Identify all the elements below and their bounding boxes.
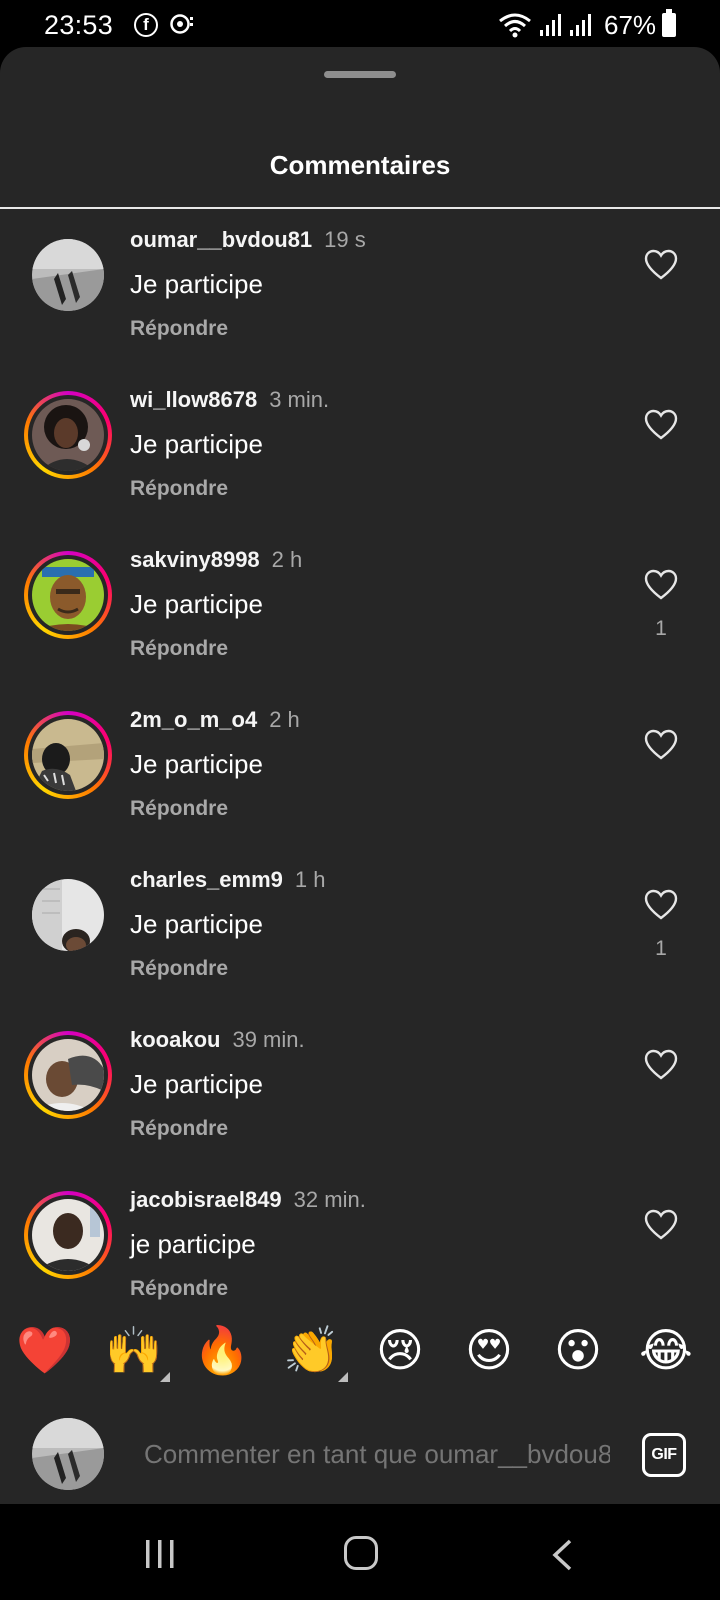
home-icon[interactable] bbox=[344, 1536, 378, 1570]
comment-time: 19 s bbox=[324, 227, 366, 252]
battery-icon bbox=[662, 9, 676, 37]
avatar-wall bbox=[32, 879, 104, 951]
variant-indicator-icon bbox=[338, 1372, 348, 1382]
comment-item: oumar__bvdou81 19 s Je participe Répondre bbox=[0, 209, 720, 369]
comment-item: jacobisrael849 32 min. je participe Répon… bbox=[0, 1169, 720, 1329]
avatar-gray-photo bbox=[32, 239, 104, 311]
crying-face-emoji[interactable]: 😢 bbox=[370, 1320, 430, 1380]
avatar-cartoon bbox=[32, 559, 104, 631]
comment-text: Je participe bbox=[130, 589, 263, 619]
like-count: 1 bbox=[655, 937, 667, 960]
sheet-title: Commentaires bbox=[269, 150, 451, 180]
avatar-landscape bbox=[32, 719, 104, 791]
avatar bbox=[32, 1418, 104, 1490]
comment-username[interactable]: kooakou bbox=[130, 1027, 220, 1052]
comment-item: charles_emm9 1 h Je participe Répondre 1 bbox=[0, 849, 720, 1009]
comments-list[interactable]: oumar__bvdou81 19 s Je participe Répondre bbox=[0, 209, 720, 1343]
comment-item: sakviny8998 2 h Je participe Répondre 1 bbox=[0, 529, 720, 689]
status-time: 23:53 bbox=[44, 10, 114, 40]
comment-time: 2 h bbox=[269, 707, 300, 732]
heart-icon[interactable] bbox=[644, 889, 678, 921]
comment-header: charles_emm9 1 h bbox=[130, 867, 325, 893]
comment-header: jacobisrael849 32 min. bbox=[130, 1187, 366, 1213]
avatar[interactable] bbox=[24, 231, 112, 319]
avatar[interactable] bbox=[24, 711, 112, 799]
comment-time: 2 h bbox=[271, 547, 303, 572]
status-bar: 23:53 f 67% bbox=[0, 0, 720, 50]
heart-icon[interactable] bbox=[644, 1209, 678, 1241]
comment-text: Je participe bbox=[130, 1069, 263, 1099]
comment-item: wi_llow8678 3 min. Je participe Répondre bbox=[0, 369, 720, 529]
reply-button[interactable]: Répondre bbox=[130, 477, 228, 501]
comments-sheet: Commentaires oumar__bvdou81 19 s Je parti… bbox=[0, 47, 720, 1504]
app-notification-icon bbox=[170, 14, 193, 34]
fire-emoji[interactable]: 🔥 bbox=[192, 1320, 252, 1380]
comment-text: Je participe bbox=[130, 909, 263, 939]
comment-username[interactable]: jacobisrael849 bbox=[130, 1187, 282, 1212]
avatar[interactable] bbox=[24, 1031, 112, 1119]
drag-handle[interactable] bbox=[324, 71, 396, 78]
emoji-reaction-bar: ❤️ 🙌 🔥 👏 😢 😍 😮 😂 bbox=[0, 1310, 720, 1400]
battery-percentage: 67% bbox=[604, 10, 657, 40]
signal-icon bbox=[570, 14, 591, 36]
comment-username[interactable]: oumar__bvdou81 bbox=[130, 227, 312, 252]
wifi-icon bbox=[499, 13, 531, 38]
like-count: 1 bbox=[655, 617, 667, 640]
comment-header: oumar__bvdou81 19 s bbox=[130, 227, 366, 253]
heart-eyes-emoji[interactable]: 😍 bbox=[459, 1320, 519, 1380]
comment-header: sakviny8998 2 h bbox=[130, 547, 302, 573]
gif-button[interactable]: GIF bbox=[642, 1433, 686, 1477]
heart-icon[interactable] bbox=[644, 729, 678, 761]
variant-indicator-icon bbox=[160, 1372, 170, 1382]
heart-icon[interactable] bbox=[644, 409, 678, 441]
comment-header: wi_llow8678 3 min. bbox=[130, 387, 329, 413]
comment-composer: GIF bbox=[0, 1400, 720, 1504]
reply-button[interactable]: Répondre bbox=[130, 317, 228, 341]
avatar[interactable] bbox=[24, 871, 112, 959]
reply-button[interactable]: Répondre bbox=[130, 1117, 228, 1141]
comment-username[interactable]: sakviny8998 bbox=[130, 547, 260, 572]
avatar-woman bbox=[32, 399, 104, 471]
avatar[interactable] bbox=[24, 551, 112, 639]
comment-time: 3 min. bbox=[269, 387, 330, 412]
open-mouth-emoji[interactable]: 😮 bbox=[548, 1320, 608, 1380]
avatar-man bbox=[32, 1199, 104, 1271]
comment-text: Je participe bbox=[130, 269, 263, 299]
reply-button[interactable]: Répondre bbox=[130, 797, 228, 821]
comment-text: je participe bbox=[130, 1229, 256, 1259]
comment-time: 39 min. bbox=[232, 1027, 305, 1052]
back-icon[interactable] bbox=[550, 1538, 574, 1572]
comment-username[interactable]: wi_llow8678 bbox=[130, 387, 257, 412]
comment-item: kooakou 39 min. Je participe Répondre bbox=[0, 1009, 720, 1169]
raising-hands-emoji[interactable]: 🙌 bbox=[104, 1320, 170, 1382]
tears-of-joy-emoji[interactable]: 😂 bbox=[636, 1320, 696, 1380]
comment-time: 1 h bbox=[294, 867, 326, 892]
comment-time: 32 min. bbox=[293, 1187, 366, 1212]
comment-text: Je participe bbox=[130, 429, 263, 459]
clapping-hands-emoji[interactable]: 👏 bbox=[282, 1320, 348, 1382]
comment-header: kooakou 39 min. bbox=[130, 1027, 305, 1053]
heart-icon[interactable] bbox=[644, 249, 678, 281]
avatar[interactable] bbox=[24, 1191, 112, 1279]
comment-input[interactable] bbox=[144, 1434, 610, 1474]
reply-button[interactable]: Répondre bbox=[130, 637, 228, 661]
comment-text: Je participe bbox=[130, 749, 263, 779]
avatar[interactable] bbox=[24, 391, 112, 479]
comment-item: 2m_o_m_o4 2 h Je participe Répondre bbox=[0, 689, 720, 849]
reply-button[interactable]: Répondre bbox=[130, 1277, 228, 1301]
comment-username[interactable]: charles_emm9 bbox=[130, 867, 283, 892]
signal-icon bbox=[540, 14, 561, 36]
comment-header: 2m_o_m_o4 2 h bbox=[130, 707, 300, 733]
avatar-selfie bbox=[32, 1039, 104, 1111]
comment-username[interactable]: 2m_o_m_o4 bbox=[130, 707, 257, 732]
heart-icon[interactable] bbox=[644, 1049, 678, 1081]
facebook-icon: f bbox=[134, 13, 158, 37]
system-nav-bar bbox=[0, 1504, 720, 1600]
reply-button[interactable]: Répondre bbox=[130, 957, 228, 981]
heart-icon[interactable] bbox=[644, 569, 678, 601]
red-heart-emoji[interactable]: ❤️ bbox=[15, 1320, 75, 1380]
recent-apps-icon[interactable] bbox=[144, 1538, 176, 1570]
